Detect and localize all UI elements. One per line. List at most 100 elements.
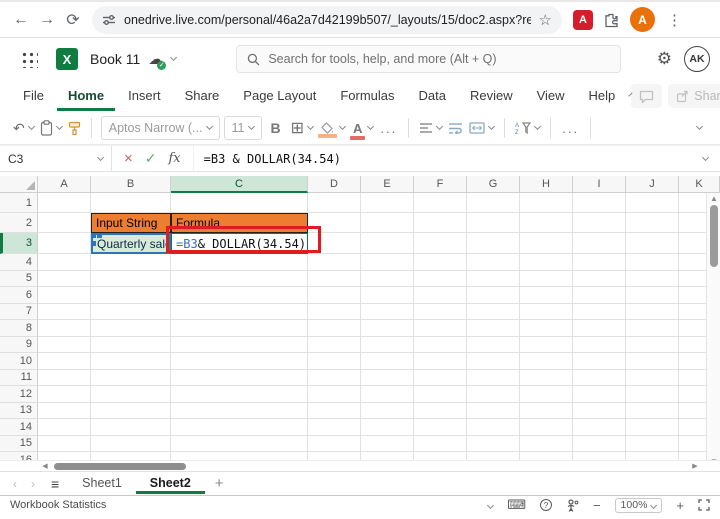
row-header-3[interactable]: 3 [0, 233, 38, 254]
row-header-15[interactable]: 15 [0, 435, 38, 452]
scroll-right-icon[interactable]: ▶ [688, 462, 702, 470]
font-name-chevron-icon[interactable] [205, 122, 213, 131]
borders-chevron-icon[interactable] [306, 122, 315, 131]
font-group-more-button[interactable]: ... [380, 121, 397, 136]
row-header-11[interactable]: 11 [0, 369, 38, 386]
browser-menu-icon[interactable]: ⋮ [661, 11, 688, 29]
column-header-g[interactable]: G [467, 176, 520, 193]
menu-item-page-layout[interactable]: Page Layout [232, 81, 327, 111]
scroll-left-icon[interactable]: ◀ [38, 462, 52, 470]
browser-back-icon[interactable]: ← [8, 7, 34, 33]
row-header-2[interactable]: 2 [0, 213, 38, 233]
font-size-chevron-icon[interactable] [247, 122, 255, 131]
menu-item-review[interactable]: Review [459, 81, 524, 111]
vertical-scroll-thumb[interactable] [710, 205, 718, 267]
keyboard-icon[interactable]: ⌨ [507, 497, 526, 513]
pdf-extension-icon[interactable]: A [573, 9, 593, 30]
column-header-e[interactable]: E [361, 176, 414, 193]
sheet-next-icon[interactable]: › [24, 477, 42, 491]
scroll-up-icon[interactable]: ▲ [707, 194, 720, 203]
accessibility-icon[interactable] [566, 498, 579, 512]
title-chevron-icon[interactable] [170, 53, 178, 62]
column-header-a[interactable]: A [38, 176, 91, 193]
add-sheet-button[interactable]: + [205, 475, 234, 492]
row-header-5[interactable]: 5 [0, 270, 38, 287]
save-status-icon[interactable]: ☁ ✓ [148, 50, 167, 70]
spreadsheet-grid[interactable]: ABCDEFGHIJK 1234567891011121314151617 In… [0, 176, 720, 471]
font-color-button[interactable]: A [350, 121, 375, 140]
row-header-1[interactable]: 1 [0, 193, 38, 213]
font-color-chevron-icon[interactable] [367, 122, 375, 131]
menu-item-share[interactable]: Share [174, 81, 231, 111]
sort-filter-button[interactable]: AZ [515, 121, 542, 135]
column-header-i[interactable]: I [573, 176, 626, 193]
merge-chevron-icon[interactable] [488, 122, 496, 131]
row-header-13[interactable]: 13 [0, 402, 38, 419]
column-header-b[interactable]: B [91, 176, 171, 193]
vertical-scrollbar[interactable]: ▲ ▼ [706, 193, 720, 467]
extensions-icon[interactable] [603, 12, 619, 28]
row-header-12[interactable]: 12 [0, 386, 38, 403]
url-text[interactable]: onedrive.live.com/personal/46a2a7d42199b… [124, 13, 531, 27]
font-size-select[interactable]: 11 [223, 116, 262, 140]
merge-button[interactable] [469, 122, 496, 134]
settings-gear-icon[interactable]: ⚙ [657, 49, 672, 69]
zoom-level-select[interactable]: 100% [614, 497, 663, 513]
format-painter-button[interactable] [68, 121, 81, 136]
menu-item-view[interactable]: View [526, 81, 576, 111]
select-all-corner[interactable] [0, 176, 38, 193]
horizontal-scrollbar[interactable]: ◀ ▶ [0, 460, 720, 471]
row-header-6[interactable]: 6 [0, 287, 38, 304]
workbook-statistics-button[interactable]: Workbook Statistics [10, 499, 106, 511]
all-sheets-menu-icon[interactable]: ≡ [42, 476, 68, 492]
menu-item-help[interactable]: Help [578, 81, 627, 111]
column-header-d[interactable]: D [308, 176, 361, 193]
column-header-k[interactable]: K [679, 176, 720, 193]
share-button[interactable]: Share [668, 84, 720, 108]
ribbon-overflow-button[interactable]: ... [562, 121, 579, 136]
sheet-tab-sheet1[interactable]: Sheet1 [68, 473, 136, 494]
paste-chevron-icon[interactable] [55, 122, 63, 131]
bookmark-star-icon[interactable]: ☆ [539, 11, 552, 29]
insert-function-icon[interactable]: fx [169, 151, 181, 166]
browser-profile-avatar[interactable]: A [630, 7, 655, 32]
menu-item-formulas[interactable]: Formulas [329, 81, 405, 111]
ribbon-collapse-chevron-icon[interactable] [695, 122, 704, 131]
row-header-8[interactable]: 8 [0, 320, 38, 337]
column-header-c[interactable]: C [171, 176, 308, 193]
borders-button[interactable]: ⊞ [291, 118, 315, 138]
row-header-10[interactable]: 10 [0, 353, 38, 370]
excel-logo-icon[interactable]: X [56, 48, 78, 70]
cell-b3[interactable]: Quarterly sales [91, 233, 171, 254]
status-chevron-icon[interactable] [487, 501, 495, 509]
name-box[interactable]: C3 [0, 146, 112, 171]
sheet-tab-sheet2[interactable]: Sheet2 [136, 473, 205, 494]
menu-item-data[interactable]: Data [408, 81, 457, 111]
bold-button[interactable]: B [271, 120, 281, 136]
column-header-h[interactable]: H [520, 176, 573, 193]
column-header-f[interactable]: F [414, 176, 467, 193]
menu-item-file[interactable]: File [12, 81, 55, 111]
address-bar[interactable]: onedrive.live.com/personal/46a2a7d42199b… [92, 5, 562, 34]
menu-item-insert[interactable]: Insert [117, 81, 172, 111]
zoom-in-icon[interactable]: + [676, 498, 684, 513]
sort-filter-chevron-icon[interactable] [534, 122, 542, 131]
formula-input[interactable]: =B3 & DOLLAR(34.54) [194, 146, 699, 171]
horizontal-scroll-thumb[interactable] [54, 463, 186, 470]
browser-reload-icon[interactable]: ⟳ [60, 7, 86, 33]
wrap-text-button[interactable] [448, 122, 463, 134]
undo-chevron-icon[interactable] [27, 122, 35, 131]
paste-button[interactable] [40, 120, 63, 136]
row-header-9[interactable]: 9 [0, 336, 38, 353]
sheet-prev-icon[interactable]: ‹ [6, 477, 24, 491]
cancel-entry-icon[interactable]: × [124, 150, 133, 167]
app-launcher-icon[interactable] [20, 50, 38, 68]
confirm-entry-icon[interactable]: ✓ [145, 150, 157, 167]
row-header-4[interactable]: 4 [0, 254, 38, 271]
row-header-7[interactable]: 7 [0, 303, 38, 320]
help-icon[interactable]: ? [539, 499, 552, 511]
fill-color-button[interactable] [318, 122, 347, 138]
document-title[interactable]: Book 11 [90, 51, 140, 67]
account-avatar[interactable]: AK [684, 46, 710, 72]
column-header-j[interactable]: J [626, 176, 679, 193]
